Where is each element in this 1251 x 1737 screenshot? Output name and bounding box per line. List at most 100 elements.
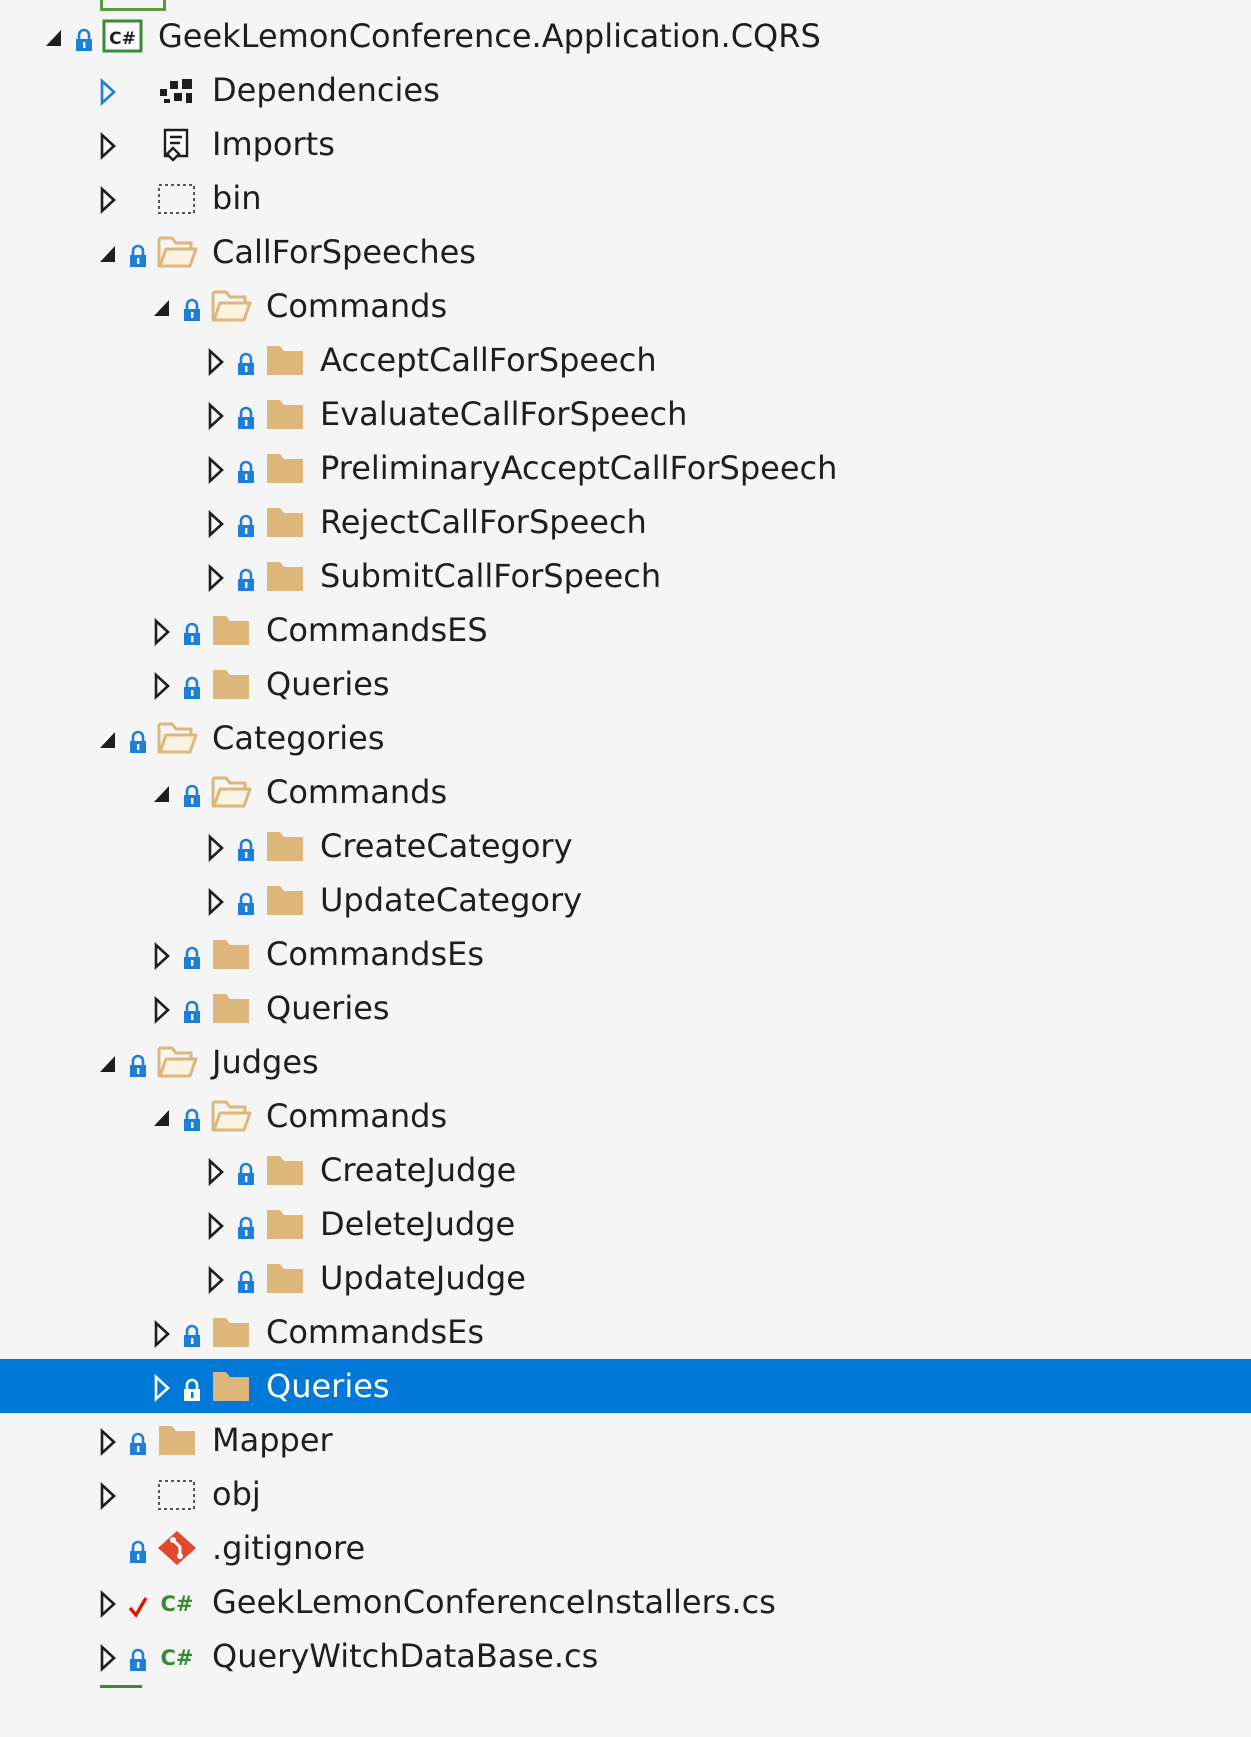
tree-item[interactable]: Imports (0, 117, 1251, 171)
tree-item-label: Commands (266, 1097, 448, 1135)
tree-item[interactable]: EvaluateCallForSpeech (0, 387, 1251, 441)
solution-explorer-tree: C# GeekLemonConference.Application.CQRS De… (0, 0, 1251, 1701)
expanded-arrow-icon[interactable] (153, 292, 171, 320)
tree-item[interactable]: UpdateJudge (0, 1251, 1251, 1305)
collapsed-arrow-icon[interactable] (153, 1372, 171, 1402)
tree-item[interactable]: Queries (0, 657, 1251, 711)
svg-text:C#: C# (160, 1592, 193, 1616)
collapsed-arrow-icon[interactable] (207, 454, 225, 484)
tree-item[interactable]: RejectCallForSpeech (0, 495, 1251, 549)
tree-item-label: RejectCallForSpeech (320, 503, 647, 541)
tree-item[interactable]: DeleteJudge (0, 1197, 1251, 1251)
tree-item-label: CreateCategory (320, 827, 573, 865)
lock-icon (127, 1049, 149, 1077)
open-folder-icon (210, 773, 252, 811)
imports-icon (156, 125, 198, 163)
tree-item[interactable]: C# GeekLemonConferenceInstallers.cs (0, 1575, 1251, 1629)
tree-item[interactable]: CommandsEs (0, 1305, 1251, 1359)
tree-item[interactable]: Commands (0, 765, 1251, 819)
tree-item[interactable]: CreateCategory (0, 819, 1251, 873)
collapsed-arrow-icon[interactable] (99, 184, 117, 214)
lock-icon (235, 401, 257, 429)
tree-item-label: QueryWitchDataBase.cs (212, 1637, 599, 1675)
expanded-arrow-icon[interactable] (153, 1102, 171, 1130)
expanded-arrow-icon[interactable] (99, 1048, 117, 1076)
tree-item[interactable]: AcceptCallForSpeech (0, 333, 1251, 387)
folder-icon (264, 1151, 306, 1189)
collapsed-arrow-icon[interactable] (207, 886, 225, 916)
lock-icon (235, 347, 257, 375)
svg-text:C#: C# (160, 1646, 193, 1670)
collapsed-arrow-icon[interactable] (99, 1480, 117, 1510)
folder-icon (264, 881, 306, 919)
csharp-file-icon: C# (156, 1637, 198, 1675)
tree-item[interactable]: obj (0, 1467, 1251, 1521)
collapsed-arrow-icon[interactable] (99, 130, 117, 160)
tree-item[interactable]: C# GeekLemonConference.Application.CQRS (0, 9, 1251, 63)
collapsed-arrow-icon[interactable] (207, 1210, 225, 1240)
tree-item[interactable]: CommandsEs (0, 927, 1251, 981)
folder-icon (156, 1421, 198, 1459)
tree-item[interactable]: SubmitCallForSpeech (0, 549, 1251, 603)
tree-item[interactable]: CreateJudge (0, 1143, 1251, 1197)
folder-icon (264, 1259, 306, 1297)
tree-item[interactable]: Mapper (0, 1413, 1251, 1467)
tree-item[interactable]: UpdateCategory (0, 873, 1251, 927)
tree-item-label: Queries (266, 665, 390, 703)
tree-item[interactable]: Queries (0, 981, 1251, 1035)
collapsed-arrow-icon[interactable] (99, 76, 117, 106)
collapsed-arrow-icon[interactable] (207, 1156, 225, 1186)
tree-item[interactable]: CommandsES (0, 603, 1251, 657)
open-folder-icon (156, 719, 198, 757)
tree-item-label: DeleteJudge (320, 1205, 516, 1243)
tree-item[interactable]: PreliminaryAcceptCallForSpeech (0, 441, 1251, 495)
folder-icon (210, 611, 252, 649)
collapsed-arrow-icon[interactable] (207, 400, 225, 430)
folder-icon (264, 341, 306, 379)
folder-icon (210, 1367, 252, 1405)
tree-item-label: SubmitCallForSpeech (320, 557, 662, 595)
tree-item[interactable]: Queries (0, 1359, 1251, 1413)
lock-icon (181, 995, 203, 1023)
collapsed-arrow-icon[interactable] (153, 616, 171, 646)
collapsed-arrow-icon[interactable] (207, 832, 225, 862)
tree-item[interactable]: Commands (0, 279, 1251, 333)
lock-icon (235, 887, 257, 915)
tree-item[interactable]: bin (0, 171, 1251, 225)
tree-item[interactable]: C# QueryWitchDataBase.cs (0, 1629, 1251, 1683)
tree-item-label: Commands (266, 773, 448, 811)
collapsed-arrow-icon[interactable] (99, 1426, 117, 1456)
collapsed-arrow-icon[interactable] (153, 994, 171, 1024)
lock-icon (235, 563, 257, 591)
collapsed-arrow-icon[interactable] (207, 346, 225, 376)
expanded-arrow-icon[interactable] (99, 724, 117, 752)
tree-item-partial[interactable] (0, 1683, 1251, 1737)
folder-icon (210, 665, 252, 703)
collapsed-arrow-icon[interactable] (207, 1264, 225, 1294)
collapsed-arrow-icon[interactable] (153, 670, 171, 700)
tree-item[interactable]: CallForSpeeches (0, 225, 1251, 279)
expanded-arrow-icon[interactable] (45, 22, 63, 50)
tree-item[interactable]: Categories (0, 711, 1251, 765)
collapsed-arrow-icon[interactable] (153, 940, 171, 970)
expanded-arrow-icon[interactable] (153, 778, 171, 806)
tree-item-label: Imports (212, 125, 335, 163)
folder-icon (264, 395, 306, 433)
tree-item-label: GeekLemonConferenceInstallers.cs (212, 1583, 776, 1621)
tree-item[interactable]: .gitignore (0, 1521, 1251, 1575)
tree-item[interactable]: Commands (0, 1089, 1251, 1143)
open-folder-icon (210, 287, 252, 325)
tree-item[interactable]: Judges (0, 1035, 1251, 1089)
collapsed-arrow-icon[interactable] (207, 562, 225, 592)
tree-item-label: CallForSpeeches (212, 233, 476, 271)
collapsed-arrow-icon[interactable] (153, 1318, 171, 1348)
collapsed-arrow-icon[interactable] (99, 1588, 117, 1618)
collapsed-arrow-icon[interactable] (99, 1642, 117, 1672)
lock-icon (181, 671, 203, 699)
tree-item-label: Categories (212, 719, 385, 757)
expanded-arrow-icon[interactable] (99, 238, 117, 266)
tree-item[interactable]: Dependencies (0, 63, 1251, 117)
collapsed-arrow-icon[interactable] (207, 508, 225, 538)
tree-item-label: UpdateCategory (320, 881, 583, 919)
tree-item-label: .gitignore (212, 1529, 366, 1567)
